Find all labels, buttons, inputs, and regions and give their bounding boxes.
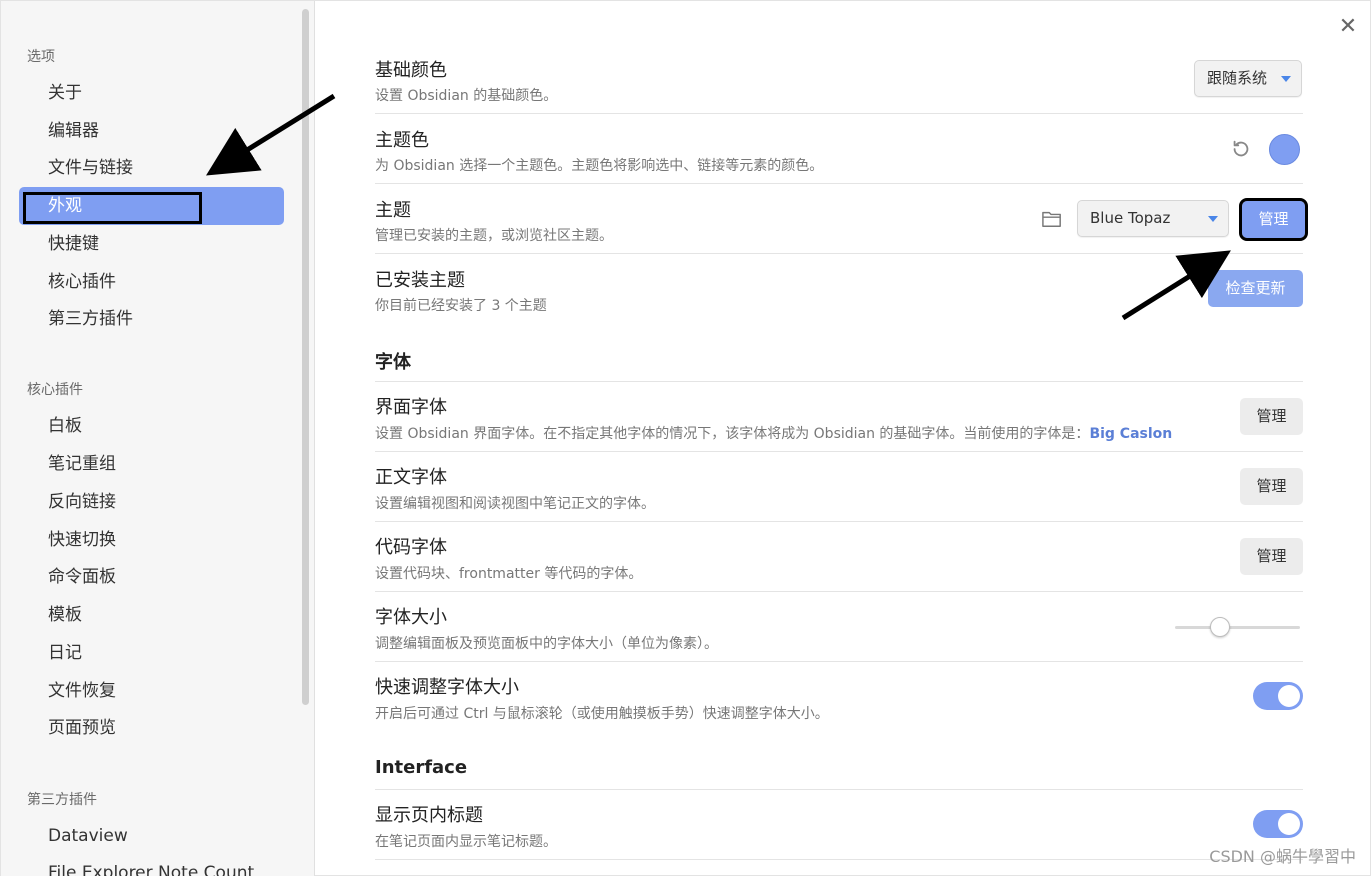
watermark: CSDN @蜗牛學習中 [1209,847,1356,866]
quick-font-size-toggle[interactable] [1253,682,1303,710]
slider-track [1175,626,1300,629]
setting-desc: 你目前已经安装了 3 个主题 [375,298,547,314]
font-size-slider[interactable] [1175,615,1300,639]
setting-font-size: 字体大小 调整编辑面板及预览面板中的字体大小（单位为像素）。 [375,592,1303,662]
sidebar-item-hotkeys[interactable]: 快捷键 [19,225,284,263]
setting-desc: 设置编辑视图和阅读视图中笔记正文的字体。 [375,496,655,512]
close-icon[interactable]: ✕ [1336,15,1360,39]
setting-inline-title: 显示页内标题 在笔记页面内显示笔记标题。 [375,790,1303,860]
setting-desc: 设置代码块、frontmatter 等代码的字体。 [375,566,643,582]
sidebar-item-templates[interactable]: 模板 [19,596,284,634]
setting-code-font: 代码字体 设置代码块、frontmatter 等代码的字体。 [375,522,1303,592]
setting-name: 快速调整字体大小 [375,677,519,698]
setting-desc: 管理已安装的主题，或浏览社区主题。 [375,228,613,244]
setting-installed-themes: 已安装主题 你目前已经安装了 3 个主题 [375,254,1303,324]
setting-name: 已安装主题 [375,270,465,291]
sidebar-scrollbar[interactable] [302,9,309,705]
setting-text-font: 正文字体 设置编辑视图和阅读视图中笔记正文的字体。 [375,452,1303,522]
sidebar-item-quick-switcher[interactable]: 快速切换 [19,521,284,559]
setting-desc: 在笔记页面内显示笔记标题。 [375,834,557,850]
sidebar-item-command-palette[interactable]: 命令面板 [19,558,284,596]
dropdown-value: 跟随系统 [1207,69,1268,87]
inline-title-toggle[interactable] [1253,810,1303,838]
chevron-down-icon [1208,216,1218,222]
section-title-font: 字体 [375,352,411,373]
setting-name: 正文字体 [375,467,447,488]
setting-name: 字体大小 [375,607,447,628]
setting-accent-color: 主题色 为 Obsidian 选择一个主题色。主题色将影响选中、链接等元素的颜色… [375,114,1303,184]
section-title-interface: Interface [375,757,468,778]
sidebar-item-editor[interactable]: 编辑器 [19,112,284,150]
current-font-name: Big Caslon [1089,426,1173,442]
setting-name: 主题色 [375,130,429,151]
sidebar-item-file-recovery[interactable]: 文件恢复 [19,672,284,710]
manage-text-font-button[interactable]: 管理 [1240,468,1303,505]
highlight-box [23,192,202,224]
setting-desc: 为 Obsidian 选择一个主题色。主题色将影响选中、链接等元素的颜色。 [375,158,824,174]
settings-window: 选项 关于 编辑器 文件与链接 外观 快捷键 核心插件 第三方插件 核心插件 白… [0,0,1371,876]
base-color-dropdown[interactable]: 跟随系统 [1194,60,1302,97]
slider-thumb[interactable] [1210,617,1230,637]
setting-desc-text: 设置 Obsidian 界面字体。在不指定其他字体的情况下，该字体将成为 Obs… [375,426,1090,442]
setting-desc: 调整编辑面板及预览面板中的字体大小（单位为像素）。 [375,636,718,652]
setting-desc: 开启后可通过 Ctrl 与鼠标滚轮（或使用触摸板手势）快速调整字体大小。 [375,706,829,722]
sidebar-item-canvas[interactable]: 白板 [19,407,284,445]
reset-icon[interactable] [1230,138,1252,160]
setting-desc: 设置 Obsidian 的基础颜色。 [375,88,558,104]
settings-sidebar: 选项 关于 编辑器 文件与链接 外观 快捷键 核心插件 第三方插件 核心插件 白… [1,1,315,876]
setting-name: 代码字体 [375,537,447,558]
sidebar-item-daily-notes[interactable]: 日记 [19,634,284,672]
sidebar-item-core-plugins[interactable]: 核心插件 [19,263,284,301]
setting-quick-font-size: 快速调整字体大小 开启后可通过 Ctrl 与鼠标滚轮（或使用触摸板手势）快速调整… [375,662,1303,732]
sidebar-group-community-title: 第三方插件 [27,792,97,808]
dropdown-value: Blue Topaz [1090,209,1171,227]
manage-interface-font-button[interactable]: 管理 [1240,398,1303,435]
sidebar-item-dataview[interactable]: Dataview [19,817,284,855]
folder-icon[interactable] [1041,209,1063,229]
manage-code-font-button[interactable]: 管理 [1240,538,1303,575]
sidebar-item-page-preview[interactable]: 页面预览 [19,709,284,747]
sidebar-group-core-title: 核心插件 [27,382,83,398]
sidebar-item-file-explorer-note-count[interactable]: File Explorer Note Count [19,854,284,876]
accent-color-swatch[interactable] [1269,134,1300,165]
settings-content: ✕ 基础颜色 设置 Obsidian 的基础颜色。 跟随系统 主题色 为 Obs… [316,1,1371,876]
toggle-knob [1278,685,1300,707]
sidebar-item-about[interactable]: 关于 [19,74,284,112]
setting-name: 主题 [375,200,411,221]
setting-desc: 设置 Obsidian 界面字体。在不指定其他字体的情况下，该字体将成为 Obs… [375,423,1172,443]
theme-dropdown[interactable]: Blue Topaz [1077,200,1229,237]
chevron-down-icon [1281,76,1291,82]
sidebar-item-note-composer[interactable]: 笔记重组 [19,445,284,483]
manage-themes-button[interactable]: 管理 [1239,198,1308,241]
sidebar-item-files-links[interactable]: 文件与链接 [19,149,284,187]
sidebar-group-options-title: 选项 [27,49,55,65]
toggle-knob [1278,813,1300,835]
setting-name: 界面字体 [375,397,447,418]
sidebar-item-appearance[interactable]: 外观 [19,187,284,225]
check-updates-button[interactable]: 检查更新 [1208,270,1303,307]
sidebar-item-backlinks[interactable]: 反向链接 [19,483,284,521]
sidebar-item-community-plugins[interactable]: 第三方插件 [19,300,284,338]
setting-base-color: 基础颜色 设置 Obsidian 的基础颜色。 [375,44,1303,114]
setting-name: 显示页内标题 [375,805,483,826]
setting-interface-font: 界面字体 设置 Obsidian 界面字体。在不指定其他字体的情况下，该字体将成… [375,382,1303,452]
setting-name: 基础颜色 [375,60,447,81]
